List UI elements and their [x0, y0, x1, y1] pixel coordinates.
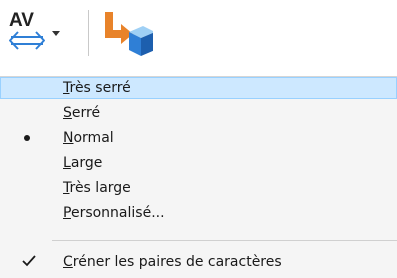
shape-effects-button[interactable]	[99, 6, 153, 64]
svg-text:AV: AV	[9, 10, 34, 31]
character-spacing-button[interactable]: AV	[8, 6, 64, 64]
menu-item-very-tight[interactable]: Très serré	[0, 77, 397, 99]
menu-item-label: Serré	[63, 105, 101, 121]
menu-item-loose[interactable]: Large	[0, 152, 397, 174]
shape-arrow-cube-icon	[105, 12, 153, 56]
menu-item-custom[interactable]: Personnalisé...	[0, 202, 397, 224]
menu-item-kern-pairs[interactable]: Créner les paires de caractères	[0, 251, 397, 273]
menu-item-label: Créner les paires de caractères	[63, 254, 282, 270]
character-spacing-icon: AV	[9, 10, 45, 50]
menu-separator	[52, 240, 397, 241]
toolbar: AV	[0, 0, 397, 74]
menu-item-normal[interactable]: Normal	[0, 127, 397, 149]
menu-item-tight[interactable]: Serré	[0, 102, 397, 124]
chevron-down-icon	[52, 31, 60, 36]
menu-item-label: Très large	[63, 180, 131, 196]
selected-bullet-icon	[24, 135, 30, 141]
menu-item-label: Personnalisé...	[63, 205, 165, 221]
menu-item-label: Très serré	[63, 80, 131, 96]
menu-item-very-loose[interactable]: Très large	[0, 177, 397, 199]
toolbar-separator	[88, 10, 90, 56]
spacing-menu: Très serré Serré Normal Large Très large…	[0, 76, 397, 278]
menu-item-label: Large	[63, 155, 103, 171]
checkmark-icon	[22, 255, 36, 267]
menu-item-label: Normal	[63, 130, 114, 146]
